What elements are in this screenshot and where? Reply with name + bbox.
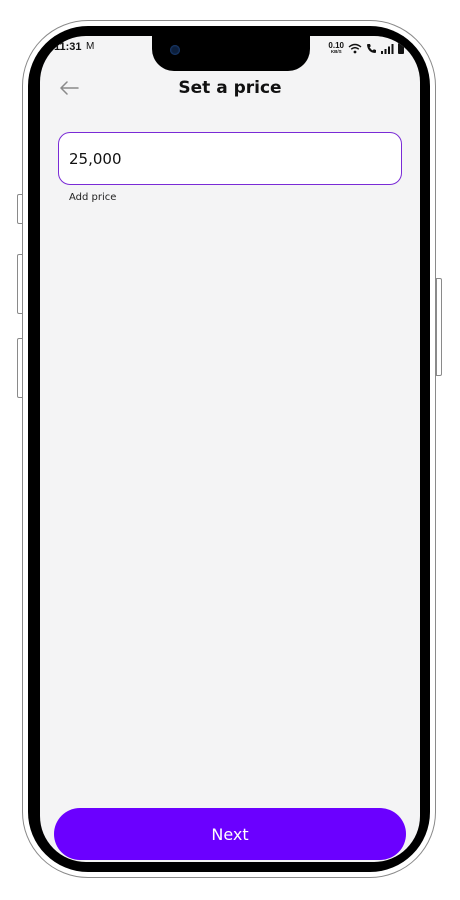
next-button[interactable]: Next	[54, 808, 406, 860]
status-icons: 0.10 KB/S	[328, 39, 404, 58]
device-mockup: 11:31 M 0.10 KB/S Set a price 25,000 Add…	[0, 0, 460, 900]
network-speed: 0.10 KB/S	[328, 42, 344, 55]
battery-icon	[398, 39, 404, 58]
status-time: 11:31	[54, 41, 82, 53]
volume-up-button	[17, 254, 23, 314]
price-input[interactable]	[58, 132, 402, 185]
wifi-calling-icon	[366, 39, 377, 58]
mute-switch	[17, 194, 23, 224]
camera-notch	[152, 36, 310, 71]
app-screen: 11:31 M 0.10 KB/S Set a price 25,000 Add…	[40, 36, 420, 862]
wifi-icon	[348, 39, 362, 58]
page-title: Set a price	[178, 78, 282, 98]
signal-strength-icon	[381, 39, 394, 58]
gmail-notification-icon: M	[86, 41, 95, 52]
price-helper-label: Add price	[69, 192, 117, 203]
network-speed-unit: KB/S	[330, 49, 342, 55]
power-button	[436, 278, 442, 376]
app-header: Set a price	[40, 74, 420, 104]
front-camera	[170, 45, 180, 55]
volume-down-button	[17, 338, 23, 398]
